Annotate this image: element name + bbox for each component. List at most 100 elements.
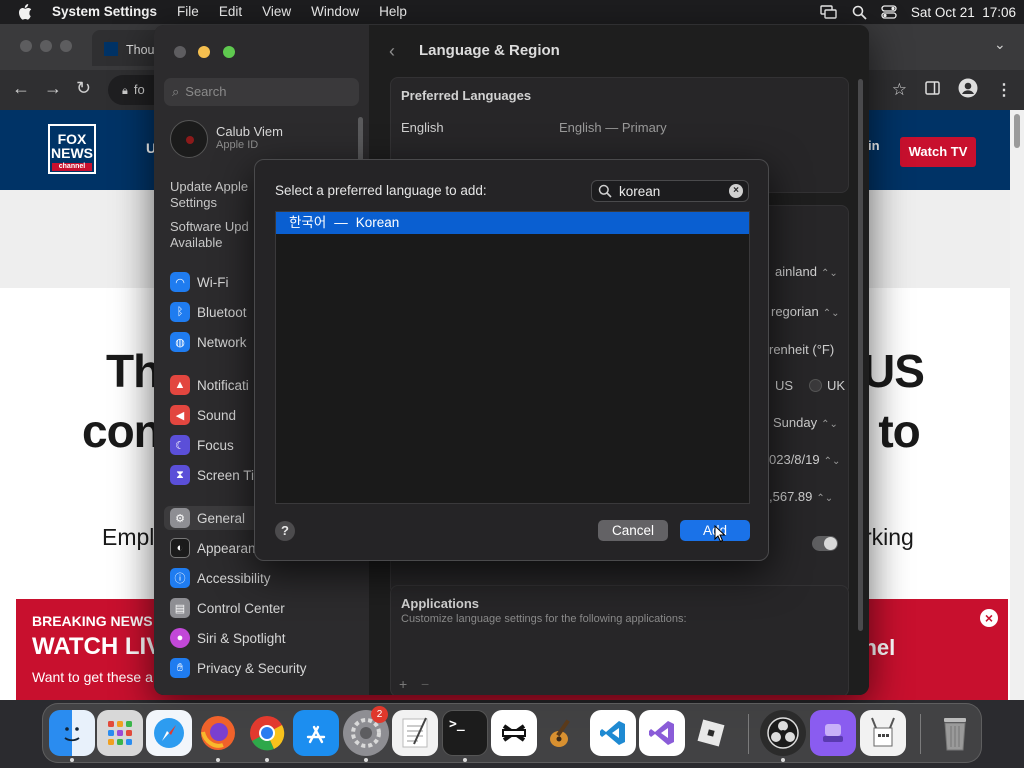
tab-list-chevron-icon[interactable]: ⌄ bbox=[994, 36, 1006, 53]
visual-studio-icon[interactable] bbox=[639, 710, 685, 756]
language-name[interactable]: English bbox=[401, 120, 444, 135]
browser-close-button[interactable] bbox=[20, 40, 32, 52]
headline-fragment[interactable]: con bbox=[82, 404, 162, 458]
terminal-icon[interactable]: >_ bbox=[442, 710, 488, 756]
browser-tab[interactable]: Thou bbox=[92, 30, 162, 66]
sidebar-item-siri-spotlight[interactable]: ● Siri & Spotlight bbox=[170, 626, 360, 650]
podcast-app-icon[interactable] bbox=[810, 710, 856, 756]
system-settings-icon[interactable]: 2 bbox=[343, 706, 389, 756]
language-search-field[interactable]: × bbox=[591, 180, 749, 202]
close-window-button[interactable] bbox=[174, 46, 186, 58]
measurement-uk-radio-button[interactable] bbox=[809, 379, 822, 392]
breaking-news-label: BREAKING NEWS bbox=[32, 613, 153, 629]
live-text-toggle[interactable] bbox=[812, 536, 838, 551]
control-center-icon: ▤ bbox=[170, 598, 190, 618]
first-day-popup[interactable]: Sunday ⌃⌄ bbox=[773, 415, 838, 430]
fox-news-logo[interactable]: FOX NEWS channel bbox=[48, 124, 96, 174]
remove-application-button[interactable]: − bbox=[421, 676, 429, 692]
launchpad-icon[interactable] bbox=[97, 710, 143, 756]
control-center-icon[interactable] bbox=[881, 5, 897, 19]
watch-tv-button[interactable]: Watch TV bbox=[900, 137, 976, 167]
address-text: fo bbox=[133, 82, 145, 97]
sidebar-item-label: Bluetoot bbox=[197, 304, 247, 320]
gear-icon: ⚙ bbox=[170, 508, 190, 528]
sidebar-search-field[interactable]: ⌕ Search bbox=[164, 78, 359, 106]
software-update-link[interactable]: Software Upd Available bbox=[170, 219, 249, 251]
edit-menu[interactable]: Edit bbox=[209, 0, 252, 24]
first-day-value: Sunday bbox=[773, 415, 818, 430]
apple-id-label: Apple ID bbox=[216, 139, 259, 151]
login-link[interactable]: in bbox=[868, 138, 880, 153]
close-banner-icon[interactable]: × bbox=[980, 609, 998, 627]
menu-bar-clock[interactable]: Sat Oct 21 17:06 bbox=[911, 5, 1016, 20]
browser-menu-icon[interactable]: ⋮ bbox=[996, 80, 1012, 100]
back-chevron-icon[interactable]: ‹ bbox=[389, 41, 395, 62]
textedit-icon[interactable] bbox=[392, 710, 438, 756]
region-popup[interactable]: ainland ⌃⌄ bbox=[775, 264, 838, 279]
chrome-icon[interactable] bbox=[244, 710, 290, 756]
side-panel-icon[interactable] bbox=[925, 80, 940, 100]
bookmark-star-icon[interactable]: ☆ bbox=[892, 80, 907, 100]
profile-avatar-icon[interactable] bbox=[958, 78, 978, 103]
help-button[interactable]: ? bbox=[275, 521, 295, 541]
language-results-list[interactable]: 한국어 — Korean bbox=[275, 211, 750, 504]
add-application-button[interactable]: + bbox=[399, 676, 407, 692]
archive-utility-icon[interactable] bbox=[860, 710, 906, 756]
safari-icon[interactable] bbox=[146, 710, 192, 756]
screen-mirroring-icon[interactable] bbox=[820, 5, 838, 19]
finder-icon[interactable] bbox=[49, 710, 95, 756]
spotlight-search-icon[interactable] bbox=[852, 5, 867, 20]
sidebar-item-label: Siri & Spotlight bbox=[197, 630, 286, 646]
app-store-icon[interactable] bbox=[293, 710, 339, 756]
running-indicator bbox=[781, 758, 785, 762]
measurement-us-radio[interactable]: US bbox=[775, 378, 793, 393]
mouse-pointer-icon bbox=[714, 525, 726, 543]
view-menu[interactable]: View bbox=[252, 0, 301, 24]
calendar-popup[interactable]: regorian ⌃⌄ bbox=[771, 304, 839, 319]
minimize-window-button[interactable] bbox=[198, 46, 211, 58]
temperature-popup[interactable]: renheit (°F) bbox=[769, 342, 834, 357]
capcut-icon[interactable] bbox=[491, 710, 537, 756]
garageband-icon[interactable] bbox=[540, 710, 586, 756]
headline-fragment[interactable]: Th bbox=[106, 344, 161, 398]
reload-icon[interactable]: ↻ bbox=[76, 78, 91, 99]
vscode-icon[interactable] bbox=[590, 710, 636, 756]
date-format-popup[interactable]: 023/8/19 ⌃⌄ bbox=[769, 452, 840, 467]
scrollbar-thumb[interactable] bbox=[1014, 114, 1020, 148]
dock: 2 >_ bbox=[42, 703, 982, 763]
sidebar-item-label: Control Center bbox=[197, 600, 285, 616]
clear-search-icon[interactable]: × bbox=[729, 184, 743, 198]
logo-line-2: NEWS bbox=[51, 145, 93, 161]
cancel-button[interactable]: Cancel bbox=[598, 520, 668, 541]
firefox-icon[interactable] bbox=[195, 710, 241, 756]
browser-minimize-button[interactable] bbox=[40, 40, 52, 52]
trash-icon[interactable] bbox=[932, 710, 978, 756]
running-indicator bbox=[364, 758, 368, 762]
obs-icon[interactable] bbox=[760, 710, 806, 756]
sidebar-item-accessibility[interactable]: ⓘ Accessibility bbox=[170, 566, 360, 590]
subheadline-fragment: rking bbox=[864, 524, 914, 550]
file-menu[interactable]: File bbox=[167, 0, 209, 24]
page-scrollbar[interactable] bbox=[1010, 110, 1024, 700]
help-menu[interactable]: Help bbox=[369, 0, 417, 24]
language-search-input[interactable] bbox=[617, 183, 722, 199]
popup-chevron-icon: ⌃⌄ bbox=[820, 268, 838, 279]
window-menu[interactable]: Window bbox=[301, 0, 369, 24]
headline-fragment[interactable]: US bbox=[862, 344, 925, 398]
sidebar-item-control-center[interactable]: ▤ Control Center bbox=[170, 596, 360, 620]
number-format-popup[interactable]: ,567.89 ⌃⌄ bbox=[769, 489, 833, 504]
window-controls bbox=[174, 45, 243, 63]
sidebar-item-privacy-security[interactable]: ✋︎ Privacy & Security bbox=[170, 656, 360, 680]
back-arrow-icon[interactable]: ← bbox=[12, 78, 30, 99]
sidebar-item-label: Privacy & Security bbox=[197, 660, 307, 676]
apple-menu-icon[interactable] bbox=[0, 4, 42, 20]
list-item[interactable]: 한국어 — Korean bbox=[276, 212, 749, 234]
zoom-window-button[interactable] bbox=[222, 46, 235, 58]
content-scrollbar[interactable] bbox=[858, 79, 863, 631]
roblox-studio-icon[interactable] bbox=[688, 710, 734, 756]
update-apple-id-settings-link[interactable]: Update Apple Settings bbox=[170, 179, 248, 211]
app-menu[interactable]: System Settings bbox=[42, 0, 167, 24]
browser-zoom-button[interactable] bbox=[60, 40, 72, 52]
popup-chevron-icon: ⌃⌄ bbox=[816, 493, 834, 504]
forward-arrow-icon[interactable]: → bbox=[44, 78, 62, 99]
